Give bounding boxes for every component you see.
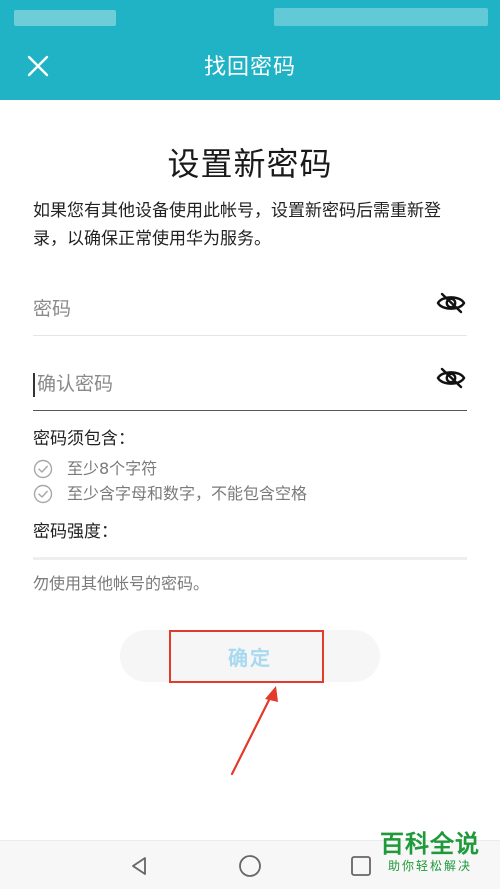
watermark-subtitle: 助你轻松解决 (387, 859, 472, 873)
home-button[interactable] (237, 853, 263, 879)
screen: 找回密码 设置新密码 如果您有其他设备使用此帐号，设置新密码后需重新登录，以确保… (0, 0, 500, 889)
home-circle-icon (239, 855, 261, 877)
page-title: 设置新密码 (167, 145, 333, 183)
check-circle-icon (33, 484, 53, 504)
requirement-label: 至少8个字符 (67, 459, 158, 478)
app-bar: 找回密码 (0, 0, 500, 100)
confirm-password-field (33, 360, 467, 411)
back-button[interactable] (126, 853, 152, 879)
requirement-label: 至少含字母和数字，不能包含空格 (67, 484, 308, 503)
toggle-password-visibility[interactable] (435, 287, 467, 319)
status-bar-right (274, 8, 488, 26)
strength-label: 密码强度： (33, 522, 118, 542)
eye-off-icon (436, 292, 466, 314)
back-triangle-icon (132, 857, 146, 875)
requirement-item: 至少含字母和数字，不能包含空格 (33, 483, 307, 505)
text-caret (33, 373, 35, 397)
confirm-password-input[interactable] (37, 360, 427, 408)
eye-off-icon (436, 367, 466, 389)
password-strength-bar (33, 557, 467, 560)
watermark-title: 百科全说 (380, 830, 480, 858)
check-circle-icon (33, 459, 53, 479)
toggle-confirm-visibility[interactable] (435, 362, 467, 394)
annotation-arrow (230, 686, 278, 776)
recent-square-icon (351, 856, 371, 876)
password-hint: 勿使用其他帐号的密码。 (33, 574, 210, 593)
status-bar-left (14, 10, 116, 26)
watermark-logo: 百科全说 助你轻松解决 (370, 830, 490, 882)
requirement-item: 至少8个字符 (33, 458, 157, 480)
confirm-button[interactable]: 确定 (120, 630, 380, 682)
password-field (33, 285, 467, 336)
requirements-title: 密码须包含： (33, 429, 135, 449)
password-input[interactable] (33, 285, 423, 333)
app-bar-title: 找回密码 (203, 55, 296, 80)
description-text: 如果您有其他设备使用此帐号，设置新密码后需重新登录，以确保正常使用华为服务。 (33, 201, 441, 249)
